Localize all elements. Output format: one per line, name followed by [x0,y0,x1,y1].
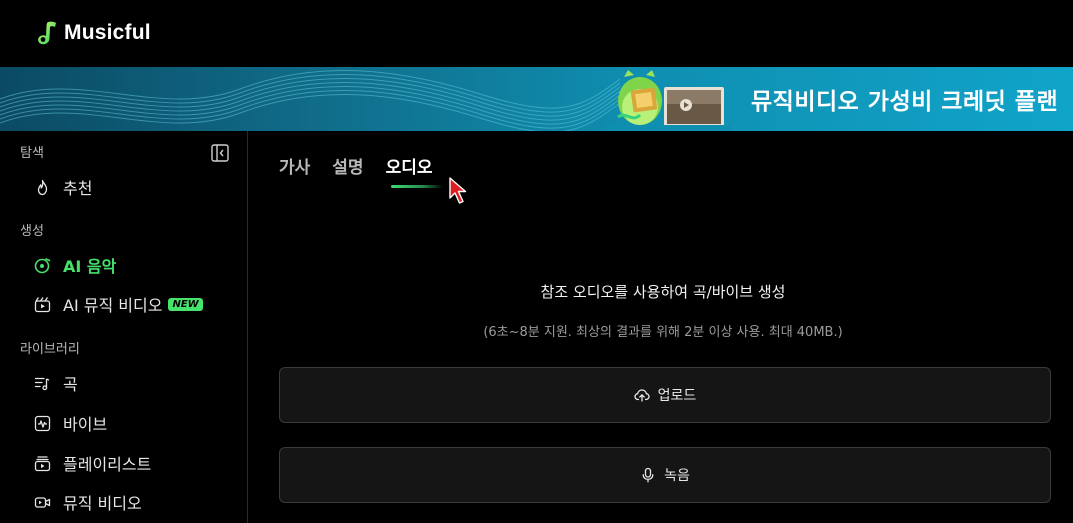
cloud-upload-icon [634,387,650,403]
sidebar-item-music-videos[interactable]: 뮤직 비디오 [34,491,142,513]
app-name: Musicful [64,21,151,44]
sidebar-item-label: AI 음악 [63,257,117,276]
record-button[interactable]: 녹음 [279,447,1051,503]
sidebar-item-ai-music[interactable]: AI 음악 [34,254,116,276]
sidebar-item-label: AI 뮤직 비디오 [63,296,163,315]
sidebar-item-songs[interactable]: 곡 [34,372,78,394]
sidebar-item-label: 추천 [63,179,93,198]
sidebar-item-label: 바이브 [63,415,108,434]
song-list-icon [34,375,51,392]
sidebar-item-label: 뮤직 비디오 [63,494,142,513]
vinyl-music-icon [34,257,51,274]
section-label-explore: 탐색 [20,146,44,161]
microphone-icon [640,467,656,483]
sidebar-item-label: 곡 [63,375,78,394]
sidebar-item-playlists[interactable]: 플레이리스트 [34,452,151,474]
section-label-create: 생성 [20,224,44,239]
sidebar-item-label: 플레이리스트 [63,455,152,474]
input-mode-tabs: 가사 설명 오디오 [279,153,432,178]
sidebar-item-vibes[interactable]: 바이브 [34,412,107,434]
sidebar-item-recommended[interactable]: 추천 [34,176,92,198]
clapperboard-icon [34,296,51,313]
audio-reference-heading: 참조 오디오를 사용하여 곡/바이브 생성 [540,283,786,301]
audio-reference-hint: (6초~8분 지원. 최상의 결과를 위해 2분 이상 사용. 최대 40MB.… [483,325,843,340]
new-badge: NEW [168,297,203,311]
musicful-logo-icon [38,21,56,45]
main-panel: 가사 설명 오디오 참조 오디오를 사용하여 곡/바이브 생성 (6초~8분 지… [249,131,1073,523]
mouse-pointer-icon [449,177,467,204]
upload-button[interactable]: 업로드 [279,367,1051,423]
promo-banner[interactable]: 뮤직비디오 가성비 크레딧 플랜 [0,67,1073,131]
flame-icon [34,179,51,196]
tab-audio[interactable]: 오디오 [386,153,433,178]
tab-description[interactable]: 설명 [332,153,363,178]
waveform-icon [34,415,51,432]
record-button-label: 녹음 [664,468,690,484]
section-label-library: 라이브러리 [20,342,80,357]
video-camera-icon [34,494,51,511]
playlist-icon [34,455,51,472]
top-bar: Musicful [0,0,1073,67]
sidebar: 탐색 추천 생성 AI 음악 AI 뮤직 비디오 NEW 라이브러리 곡 바이브 [0,131,248,523]
banner-mascot-illustration [606,70,730,131]
tab-lyrics[interactable]: 가사 [279,153,310,178]
app-logo[interactable]: Musicful [36,20,151,46]
banner-wave-decoration [0,70,620,131]
sidebar-item-ai-music-video[interactable]: AI 뮤직 비디오 NEW [34,293,203,315]
collapse-sidebar-icon[interactable] [211,144,229,162]
active-tab-indicator [391,185,443,188]
upload-button-label: 업로드 [657,388,697,404]
banner-title: 뮤직비디오 가성비 크레딧 플랜 [751,89,1059,115]
